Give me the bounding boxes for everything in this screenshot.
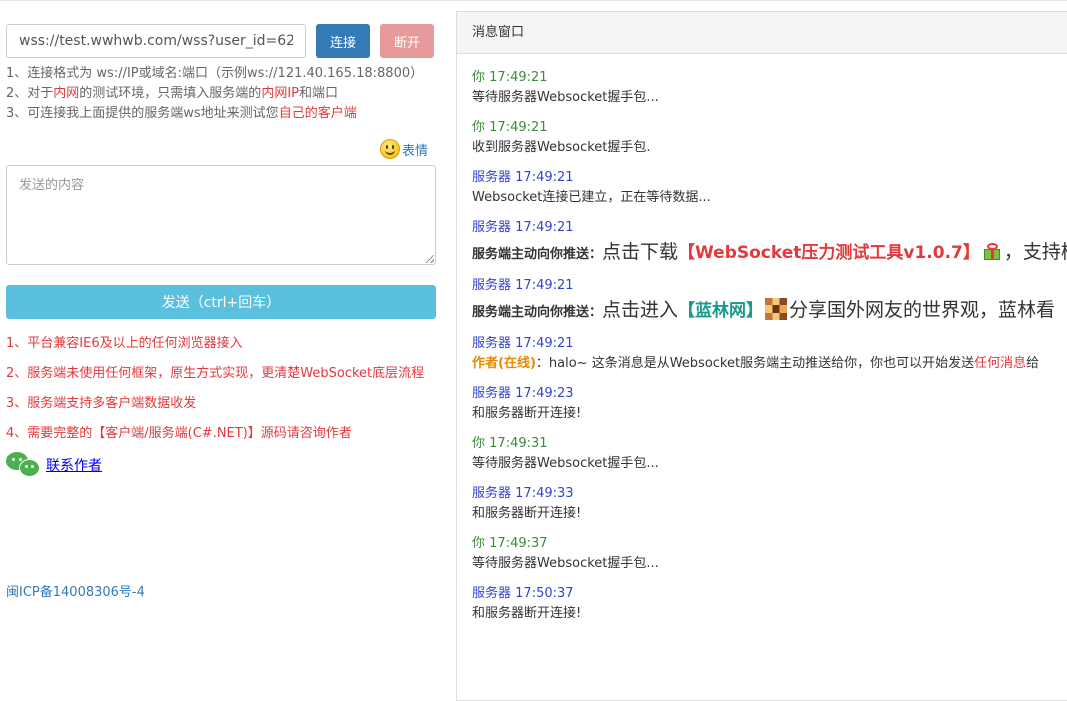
- connection-notes: 1、连接格式为 ws://IP或域名:端口（示例ws://121.40.165.…: [6, 64, 423, 124]
- message-item: 服务器 17:49:33 和服务器断开连接!: [472, 484, 1067, 524]
- feature-item: 4、需要完整的【客户端/服务端(C#.NET)】源码请咨询作者: [6, 426, 352, 441]
- server-url-input[interactable]: [6, 24, 306, 58]
- message-text: 等待服务器Websocket握手包...: [472, 456, 659, 471]
- message-text: 服务端主动向你推送：点击进入【蓝林网】 分享国外网友的世界观，蓝林看: [472, 298, 1056, 321]
- connect-button[interactable]: 连接: [316, 24, 370, 58]
- message-text: 等待服务器Websocket握手包...: [472, 90, 659, 105]
- message-meta: 你 17:49:37: [472, 536, 548, 551]
- message-meta: 服务器 17:49:21: [472, 336, 574, 351]
- message-list: 你 17:49:21 等待服务器Websocket握手包... 你 17:49:…: [472, 68, 1067, 634]
- message-meta: 服务器 17:49:23: [472, 386, 574, 401]
- message-content-input[interactable]: [6, 165, 436, 265]
- download-tool-link[interactable]: 【WebSocket压力测试工具v1.0.7】: [678, 243, 980, 263]
- contact-author-link[interactable]: 联系作者: [46, 455, 102, 475]
- message-item: 服务器 17:49:21 作者(在线)：halo~ 这条消息是从Websocke…: [472, 334, 1067, 374]
- disconnect-button[interactable]: 断开: [380, 24, 434, 58]
- wechat-icon: [6, 452, 40, 478]
- note-line-2: 2、对于内网的测试环境，只需填入服务端的内网IP和端口: [6, 86, 339, 101]
- message-text: 和服务器断开连接!: [472, 406, 582, 421]
- feature-item: 2、服务端未使用任何框架，原生方式实现，更清楚WebSocket底层流程: [6, 366, 425, 381]
- contact-author[interactable]: 联系作者: [6, 452, 102, 478]
- message-panel-title: 消息窗口: [457, 12, 1067, 54]
- message-item: 服务器 17:49:21 服务端主动向你推送：点击进入【蓝林网】 分享国外网友的世…: [472, 276, 1067, 324]
- message-meta: 服务器 17:49:21: [472, 170, 574, 185]
- message-meta: 你 17:49:21: [472, 120, 548, 135]
- mosaic-icon: [765, 298, 788, 320]
- feature-item: 1、平台兼容IE6及以上的任何浏览器接入: [6, 336, 243, 351]
- note-line-1: 1、连接格式为 ws://IP或域名:端口（示例ws://121.40.165.…: [6, 66, 424, 81]
- message-text: 等待服务器Websocket握手包...: [472, 556, 659, 571]
- message-item: 你 17:49:37 等待服务器Websocket握手包...: [472, 534, 1067, 574]
- emoji-button[interactable]: 表情: [380, 138, 428, 160]
- feature-list: 1、平台兼容IE6及以上的任何浏览器接入 2、服务端未使用任何框架，原生方式实现…: [6, 334, 424, 454]
- message-item: 你 17:49:21 收到服务器Websocket握手包.: [472, 118, 1067, 158]
- message-text: 和服务器断开连接!: [472, 606, 582, 621]
- gift-icon: [982, 241, 1002, 261]
- resize-handle-icon[interactable]: [426, 255, 434, 263]
- emoji-label: 表情: [402, 143, 429, 159]
- message-text: 作者(在线)：halo~ 这条消息是从Websocket服务端主动推送给你，你也…: [472, 356, 1040, 371]
- message-text: Websocket连接已建立，正在等待数据...: [472, 190, 711, 205]
- message-meta: 你 17:49:31: [472, 436, 548, 451]
- top-divider: [0, 0, 1067, 1]
- feature-item: 3、服务端支持多客户端数据收发: [6, 396, 197, 411]
- lanlin-link[interactable]: 【蓝林网】: [678, 301, 763, 321]
- message-panel: 消息窗口 你 17:49:21 等待服务器Websocket握手包... 你 1…: [456, 11, 1067, 701]
- message-text: 和服务器断开连接!: [472, 506, 582, 521]
- message-item: 服务器 17:49:21 服务端主动向你推送：点击下载【WebSocket压力测…: [472, 218, 1067, 266]
- icp-link[interactable]: 闽ICP备14008306号-4: [6, 581, 145, 600]
- message-meta: 服务器 17:49:21: [472, 278, 574, 293]
- message-item: 服务器 17:49:21 Websocket连接已建立，正在等待数据...: [472, 168, 1067, 208]
- message-item: 你 17:49:21 等待服务器Websocket握手包...: [472, 68, 1067, 108]
- message-meta: 服务器 17:49:33: [472, 486, 574, 501]
- send-button[interactable]: 发送（ctrl+回车）: [6, 285, 436, 319]
- note-line-3: 3、可连接我上面提供的服务端ws地址来测试您自己的客户端: [6, 106, 357, 121]
- smiley-icon: [380, 139, 400, 159]
- message-item: 服务器 17:49:23 和服务器断开连接!: [472, 384, 1067, 424]
- message-item: 你 17:49:31 等待服务器Websocket握手包...: [472, 434, 1067, 474]
- message-text: 服务端主动向你推送：点击下载【WebSocket压力测试工具v1.0.7】 ，支持…: [472, 241, 1067, 263]
- message-meta: 你 17:49:21: [472, 70, 548, 85]
- message-text: 收到服务器Websocket握手包.: [472, 140, 651, 155]
- message-meta: 服务器 17:49:21: [472, 220, 574, 235]
- message-meta: 服务器 17:50:37: [472, 586, 574, 601]
- message-item: 服务器 17:50:37 和服务器断开连接!: [472, 584, 1067, 624]
